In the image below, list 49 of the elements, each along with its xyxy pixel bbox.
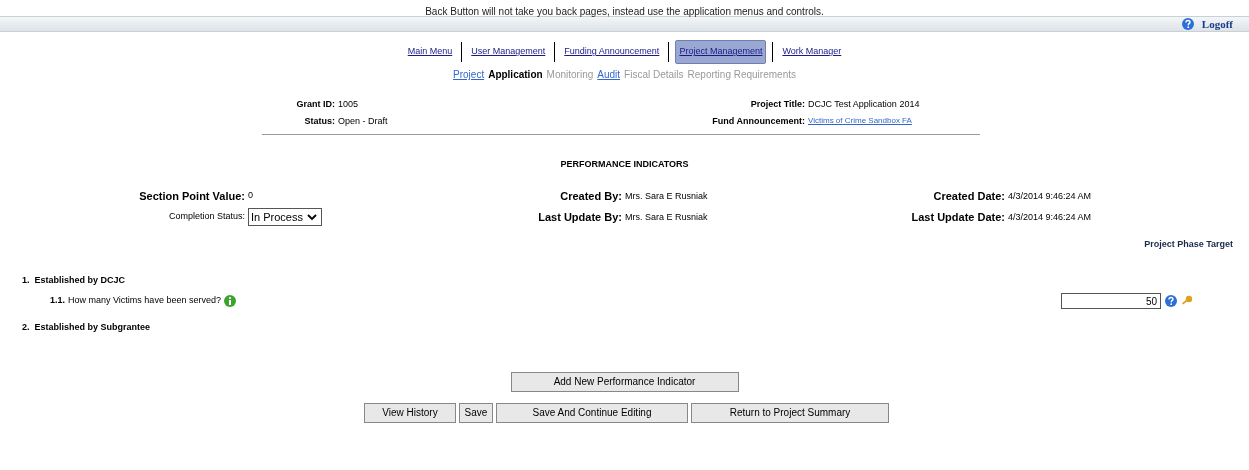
- action-button[interactable]: Save And Continue Editing: [496, 402, 688, 423]
- action-button[interactable]: Return to Project Summary: [691, 402, 889, 423]
- main-menu-tab[interactable]: Project Management: [675, 40, 767, 64]
- sub-menu-link[interactable]: Audit: [597, 67, 621, 82]
- grant-id-value: 1005: [338, 98, 360, 111]
- sub-menu-label: Reporting Requirements: [687, 68, 796, 82]
- sub-menu-link[interactable]: Project: [453, 67, 485, 82]
- help-icon[interactable]: [1181, 18, 1194, 30]
- completion-status-select[interactable]: In Process: [248, 208, 322, 226]
- group-heading: 1. Established by DCJC: [22, 273, 127, 287]
- completion-status-label: Completion Status:: [167, 210, 246, 224]
- created-date-label: Created Date:: [932, 188, 1006, 204]
- sub-menu-label: Fiscal Details: [624, 68, 684, 82]
- grant-id-label: Grant ID:: [295, 98, 336, 111]
- chevron-down-icon: [306, 213, 317, 221]
- fund-announcement-label: Fund Announcement:: [711, 114, 806, 128]
- main-menu-tab[interactable]: Work Manager: [779, 41, 845, 63]
- updated-date-label: Last Update Date:: [910, 209, 1006, 225]
- fund-announcement-link[interactable]: Victims of Crime Sandbox FA: [808, 114, 980, 128]
- logoff-link[interactable]: Logoff: [1201, 15, 1233, 33]
- action-button[interactable]: View History: [364, 402, 456, 423]
- target-heading: Project Phase Target: [1144, 238, 1233, 251]
- help-icon[interactable]: [1165, 295, 1177, 307]
- updated-by-label: Last Update By:: [537, 209, 623, 225]
- updated-date-value: 4/3/2014 9:46:24 AM: [1008, 211, 1093, 224]
- point-value-label: Section Point Value:: [138, 188, 246, 204]
- sub-menu-label: Application: [488, 68, 543, 82]
- question-number: 1.1.: [50, 294, 65, 308]
- project-title-label: Project Title:: [749, 98, 806, 111]
- target-input-field[interactable]: 50: [1061, 293, 1161, 309]
- question-text: How many Victims have been served?: [68, 294, 221, 308]
- created-by-value: Mrs. Sara E Rusniak: [625, 189, 709, 203]
- main-menu-tab[interactable]: Main Menu: [404, 41, 456, 63]
- info-icon[interactable]: [223, 295, 236, 307]
- main-menu-tab[interactable]: Funding Announcement: [561, 41, 663, 63]
- notice-text: Back Button will not take you back pages, instead use the application menus and controls.: [425, 5, 824, 16]
- action-button[interactable]: Save: [459, 402, 493, 423]
- section-title: PERFORMANCE INDICATORS: [560, 158, 689, 171]
- status-value: Open - Draft: [338, 114, 389, 128]
- main-menu-tab[interactable]: User Management: [468, 41, 549, 63]
- sub-menu-label: Monitoring: [546, 68, 594, 82]
- group-heading: 2. Established by Subgrantee: [22, 321, 152, 334]
- point-value: 0: [248, 189, 254, 202]
- updated-by-value: Mrs. Sara E Rusniak: [625, 211, 709, 224]
- created-by-label: Created By:: [559, 188, 623, 204]
- status-label: Status:: [303, 114, 336, 128]
- created-date-value: 4/3/2014 9:46:24 AM: [1008, 189, 1093, 203]
- project-title-value: DCJC Test Application 2014: [808, 98, 921, 111]
- add-indicator-button[interactable]: Add New Performance Indicator: [510, 371, 739, 392]
